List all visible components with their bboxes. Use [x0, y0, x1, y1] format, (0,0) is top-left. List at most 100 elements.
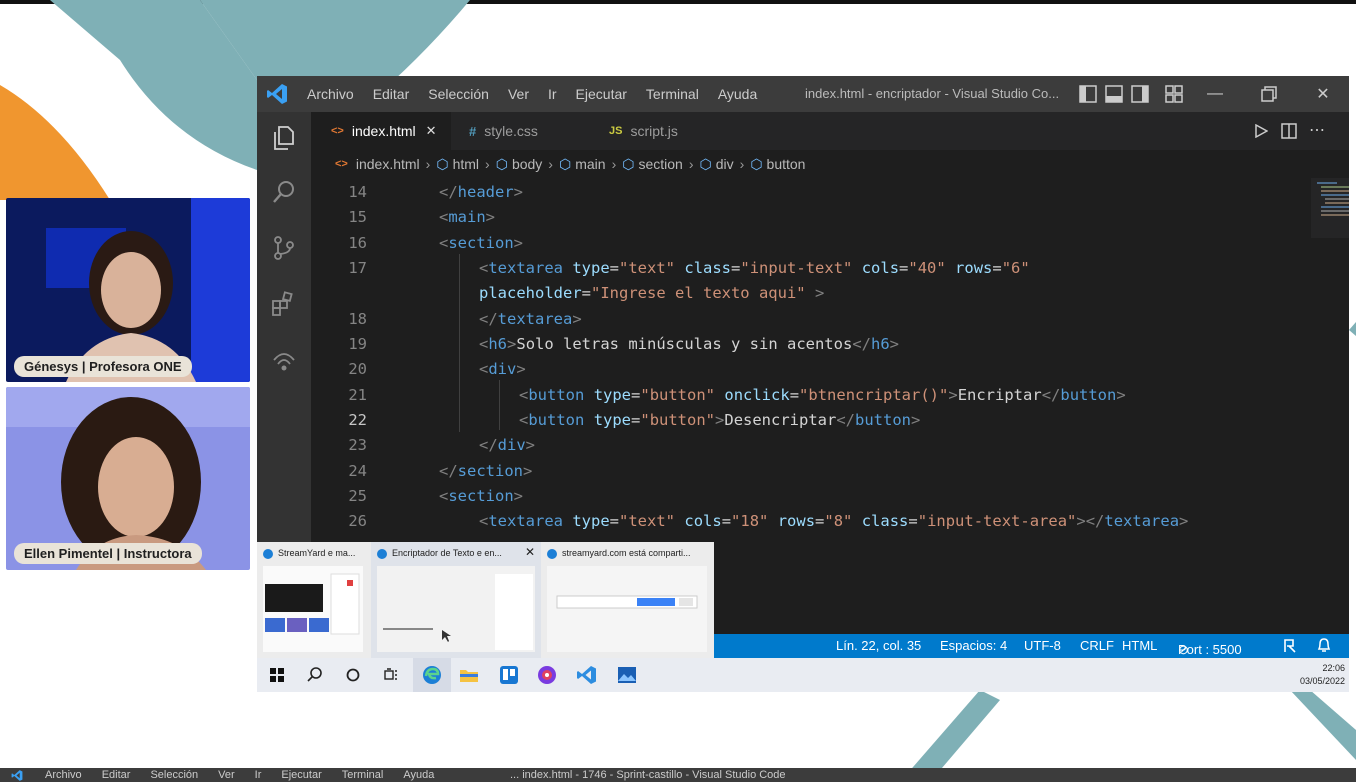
tab-index-html[interactable]: <> index.html ✕: [311, 112, 451, 150]
photos-icon[interactable]: [615, 663, 639, 687]
host-menu-seleccion[interactable]: Selección: [150, 769, 198, 781]
tab-script-js[interactable]: JS script.js: [589, 112, 729, 150]
code-line: <section>: [439, 487, 524, 505]
extensions-icon[interactable]: [270, 290, 298, 318]
menu-ejecutar[interactable]: Ejecutar: [576, 86, 627, 102]
run-icon[interactable]: [1254, 124, 1268, 138]
webcam-ellen: Ellen Pimentel | Instructora: [6, 387, 250, 570]
thumbnail-encriptador[interactable]: Encriptador de Texto e en... ✕: [371, 542, 541, 658]
browser-profile-icon[interactable]: [535, 663, 559, 687]
task-view-icon[interactable]: [379, 663, 403, 687]
indentation-setting[interactable]: Espacios: 4: [940, 638, 1007, 653]
system-clock[interactable]: 22:06 03/05/2022: [1300, 662, 1345, 688]
indent-guide: [499, 380, 500, 430]
host-menu-ir[interactable]: Ir: [255, 769, 262, 781]
host-menu-terminal[interactable]: Terminal: [342, 769, 384, 781]
search-icon[interactable]: [303, 663, 327, 687]
line-number: 20: [348, 360, 367, 378]
code-line: <main>: [439, 208, 496, 226]
trello-icon[interactable]: [497, 663, 521, 687]
cortana-icon[interactable]: [341, 663, 365, 687]
thumbnail-close-icon[interactable]: ✕: [525, 545, 535, 559]
close-icon[interactable]: ✕: [1311, 82, 1335, 106]
toggle-sidebar-icon[interactable]: [1079, 85, 1097, 103]
breadcrumb-main[interactable]: main: [575, 156, 605, 172]
html-file-icon: <>: [335, 158, 348, 170]
menu-editar[interactable]: Editar: [373, 86, 410, 102]
toggle-panel-icon[interactable]: [1105, 85, 1123, 103]
line-number: 21: [348, 386, 367, 404]
breadcrumb-button[interactable]: button: [767, 156, 806, 172]
explorer-icon[interactable]: [270, 124, 298, 152]
remote-explorer-icon[interactable]: [270, 346, 298, 374]
host-vscode-titlebar: Archivo Editar Selección Ver Ir Ejecutar…: [0, 768, 1356, 782]
split-editor-icon[interactable]: [1281, 123, 1297, 139]
thumbnail-streamyard[interactable]: StreamYard e ma...: [257, 542, 371, 658]
edge-icon: [263, 548, 273, 559]
tab-close-icon[interactable]: ✕: [426, 123, 437, 139]
tab-label: index.html: [351, 123, 416, 139]
source-control-icon[interactable]: [270, 234, 298, 262]
edge-icon[interactable]: [420, 663, 444, 687]
breadcrumb-div[interactable]: div: [716, 156, 734, 172]
tab-label: script.js: [630, 123, 678, 139]
tab-label: style.css: [484, 123, 538, 139]
minimap[interactable]: [1311, 178, 1349, 238]
host-menu-ejecutar[interactable]: Ejecutar: [281, 769, 321, 781]
file-explorer-icon[interactable]: [457, 663, 481, 687]
code-editor[interactable]: 14 15 16 17 18 19 20 21 22 23 24 25 26 <…: [311, 178, 1349, 542]
restore-icon[interactable]: [1261, 86, 1277, 102]
thumbnail-preview: [263, 566, 363, 652]
breadcrumb-html[interactable]: html: [453, 156, 479, 172]
element-icon: ⬡: [495, 155, 508, 172]
minimize-icon[interactable]: —: [1203, 82, 1227, 106]
vscode-logo-icon: [267, 84, 287, 104]
line-number: 17: [348, 259, 367, 277]
breadcrumb-body[interactable]: body: [512, 156, 542, 172]
line-number: 23: [348, 436, 367, 454]
eol-setting[interactable]: CRLF: [1080, 638, 1114, 653]
feedback-icon[interactable]: [1282, 638, 1298, 654]
menu-ayuda[interactable]: Ayuda: [718, 86, 757, 102]
notifications-bell-icon[interactable]: [1316, 637, 1332, 654]
breadcrumb-file[interactable]: index.html: [356, 156, 420, 172]
thumbnail-share-banner[interactable]: streamyard.com está comparti...: [541, 542, 714, 658]
code-line: <textarea type="text" cols="18" rows="8"…: [479, 512, 1189, 530]
thumbnail-preview: [547, 566, 707, 652]
code-line: <h6>Solo letras minúsculas y sin acentos…: [479, 335, 899, 353]
chevron-right-icon: ›: [425, 156, 431, 172]
code-line-current: <button type="button">Desencriptar</butt…: [519, 411, 921, 429]
css-file-icon: #: [469, 123, 477, 139]
menu-ir[interactable]: Ir: [548, 86, 557, 102]
vscode-taskbar-icon[interactable]: [575, 663, 599, 687]
tab-style-css[interactable]: # style.css: [451, 112, 589, 150]
host-menu-ver[interactable]: Ver: [218, 769, 235, 781]
host-menu-archivo[interactable]: Archivo: [45, 769, 82, 781]
menu-ver[interactable]: Ver: [508, 86, 529, 102]
breadcrumb-section[interactable]: section: [638, 156, 682, 172]
cursor-position[interactable]: Lín. 22, col. 35: [836, 638, 921, 653]
webcam-genesys: Génesys | Profesora ONE: [6, 198, 250, 382]
more-actions-icon[interactable]: ⋯: [1309, 120, 1325, 140]
menu-archivo[interactable]: Archivo: [307, 86, 354, 102]
line-number: 15: [348, 208, 367, 226]
indent-guide: [459, 254, 460, 432]
element-icon: ⬡: [750, 155, 763, 172]
menu-seleccion[interactable]: Selección: [428, 86, 489, 102]
toggle-secondary-sidebar-icon[interactable]: [1131, 85, 1149, 103]
chevron-right-icon: ›: [485, 156, 490, 172]
vscode-logo-icon: [11, 770, 23, 781]
customize-layout-icon[interactable]: [1165, 85, 1183, 103]
code-line: <section>: [439, 234, 524, 252]
search-icon[interactable]: [270, 178, 298, 206]
language-mode[interactable]: HTML: [1122, 638, 1157, 653]
code-line: <button type="button" onclick="btnencrip…: [519, 386, 1126, 404]
line-number: 16: [348, 234, 367, 252]
windows-start-icon[interactable]: [265, 663, 289, 687]
encoding-setting[interactable]: UTF-8: [1024, 638, 1061, 653]
host-menu-editar[interactable]: Editar: [102, 769, 131, 781]
host-menu-ayuda[interactable]: Ayuda: [403, 769, 434, 781]
activity-bar: [257, 112, 311, 542]
taskbar-thumbnail-previews: StreamYard e ma... Encriptador de Texto …: [257, 542, 714, 658]
menu-terminal[interactable]: Terminal: [646, 86, 699, 102]
